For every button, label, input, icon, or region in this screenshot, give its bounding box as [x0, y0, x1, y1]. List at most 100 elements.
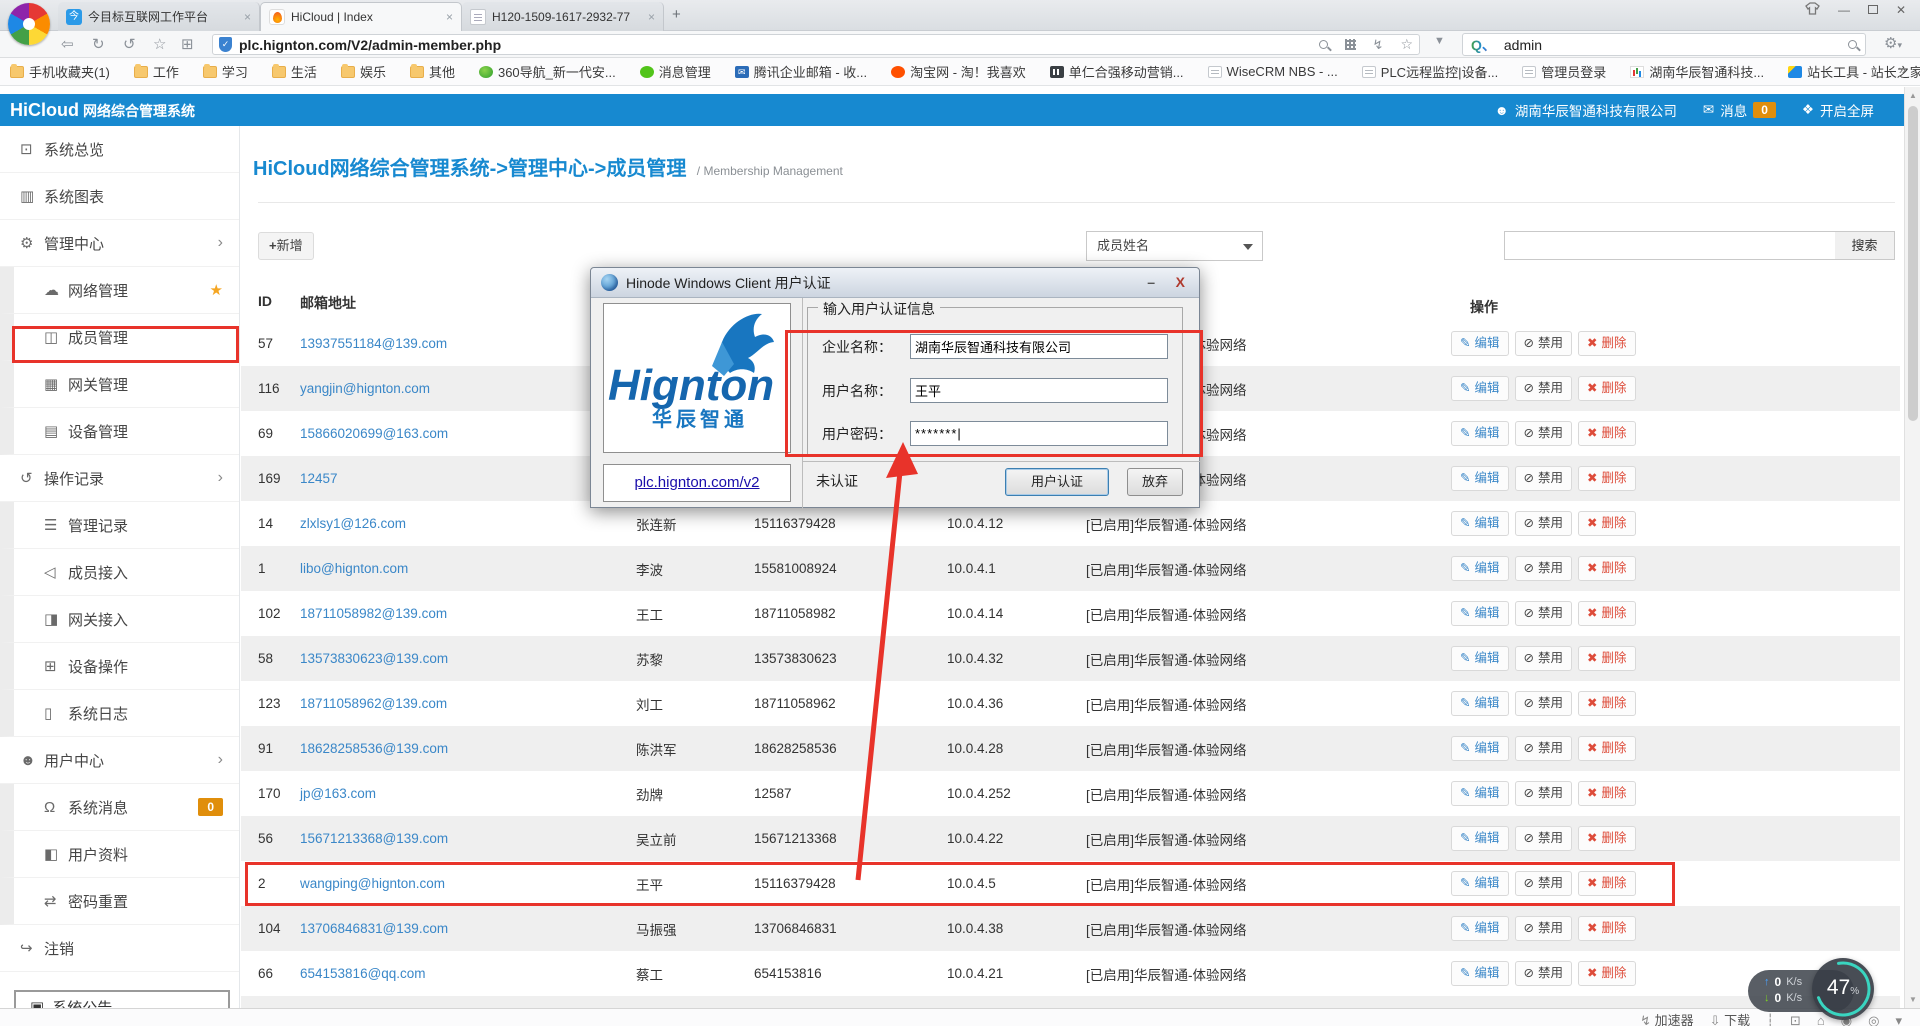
url-field[interactable]: ✓ plc.hignton.com/V2/admin-member.php ↯ … — [212, 34, 1420, 55]
edit-button[interactable]: ✎编辑 — [1451, 421, 1509, 446]
sidebar-item[interactable]: ↪ 注销 — [0, 925, 239, 972]
sidebar-item[interactable]: ⊡ 系统总览 — [0, 126, 239, 173]
scroll-up-icon[interactable]: ▲ — [1909, 91, 1917, 100]
page-scrollbar[interactable]: ▲ ▼ — [1904, 87, 1920, 1008]
fullscreen-button[interactable]: ❖ 开启全屏 — [1802, 100, 1874, 120]
table-row[interactable]: 56 15671213368@139.com 吴立前 15671213368 1… — [241, 816, 1900, 861]
cell-email-link[interactable]: 18628258536@139.com — [300, 741, 636, 756]
scroll-down-icon[interactable]: ▼ — [1909, 995, 1917, 1004]
cell-email-link[interactable]: 15866020699@163.com — [300, 426, 636, 441]
edit-button[interactable]: ✎编辑 — [1451, 646, 1509, 671]
edit-button[interactable]: ✎编辑 — [1451, 781, 1509, 806]
disable-button[interactable]: ⊘禁用 — [1515, 961, 1573, 986]
cell-email-link[interactable]: 18711058962@139.com — [300, 696, 636, 711]
edit-button[interactable]: ✎编辑 — [1451, 691, 1509, 716]
table-row[interactable]: 104 13706846831@139.com 马振强 13706846831 … — [241, 906, 1900, 951]
disable-button[interactable]: ⊘禁用 — [1515, 331, 1573, 356]
sidebar-item[interactable]: ▤ 设备管理 — [0, 408, 239, 455]
back-icon[interactable]: ⇦ — [61, 35, 74, 53]
bookmark-item[interactable]: 360导航_新一代安... — [479, 62, 616, 81]
browser-tab[interactable]: 今 今目标互联网工作平台 × — [58, 2, 260, 31]
bookmark-item[interactable]: 消息管理 — [640, 62, 711, 81]
disable-button[interactable]: ⊘禁用 — [1515, 511, 1573, 536]
table-row[interactable]: 66 654153816@qq.com 蔡工 654153816 10.0.4.… — [241, 951, 1900, 996]
sidebar-item[interactable]: ◁ 成员接入 — [0, 549, 239, 596]
bookmark-item[interactable]: 单仁合强移动营销... — [1050, 62, 1184, 81]
bookmark-item[interactable]: 学习 — [203, 62, 248, 81]
skin-icon[interactable] — [1805, 2, 1820, 18]
edit-button[interactable]: ✎编辑 — [1451, 331, 1509, 356]
sidebar-item[interactable]: ▥ 系统图表 — [0, 173, 239, 220]
sidebar-item[interactable]: ◨ 网关接入 — [0, 596, 239, 643]
browser-search-box[interactable]: Q、 admin — [1462, 33, 1866, 56]
cell-email-link[interactable]: 18711058982@139.com — [300, 606, 636, 621]
search-go-icon[interactable] — [1848, 40, 1857, 49]
close-icon[interactable]: ✕ — [1896, 3, 1906, 17]
disable-button[interactable]: ⊘禁用 — [1515, 646, 1573, 671]
filter-dropdown[interactable]: 成员姓名 — [1086, 231, 1263, 261]
delete-button[interactable]: ✖删除 — [1578, 331, 1636, 356]
browser-tab[interactable]: HiCloud | Index × — [260, 2, 462, 31]
sidebar-item[interactable]: ☻ 用户中心 — [0, 737, 239, 784]
cell-email-link[interactable]: 13706846831@139.com — [300, 921, 636, 936]
edit-button[interactable]: ✎编辑 — [1451, 466, 1509, 491]
tab-close-icon[interactable]: × — [446, 10, 453, 24]
sidebar-item[interactable]: ⇄ 密码重置 — [0, 878, 239, 925]
bookmark-item[interactable]: 娱乐 — [341, 62, 386, 81]
download-item[interactable]: ⇩ 下载 — [1710, 1011, 1751, 1026]
find-in-page-icon[interactable] — [1319, 40, 1328, 49]
sidebar-item[interactable]: ◧ 用户资料 — [0, 831, 239, 878]
sidebar-item[interactable]: ⊞ 设备操作 — [0, 643, 239, 690]
disable-button[interactable]: ⊘禁用 — [1515, 421, 1573, 446]
edit-button[interactable]: ✎编辑 — [1451, 601, 1509, 626]
refresh-icon[interactable]: ↻ — [92, 35, 105, 53]
cell-email-link[interactable]: libo@hignton.com — [300, 561, 636, 576]
edit-button[interactable]: ✎编辑 — [1451, 961, 1509, 986]
sidebar-item[interactable]: ↺ 操作记录 — [0, 455, 239, 502]
disable-button[interactable]: ⊘禁用 — [1515, 556, 1573, 581]
bookmark-item[interactable]: 生活 — [272, 62, 317, 81]
table-row[interactable]: 58 13573830623@139.com 苏黎 13573830623 10… — [241, 636, 1900, 681]
cell-email-link[interactable]: 654153816@qq.com — [300, 966, 636, 981]
scrollbar-thumb[interactable] — [1908, 106, 1918, 421]
speed-mode-icon[interactable]: ↯ — [1373, 37, 1384, 53]
edit-button[interactable]: ✎编辑 — [1451, 511, 1509, 536]
bookmark-item[interactable]: 工作 — [134, 62, 179, 81]
history-icon[interactable]: ↺ — [123, 35, 136, 53]
add-member-button[interactable]: +新增 — [258, 232, 314, 260]
table-row[interactable]: 123 18711058962@139.com 刘工 18711058962 1… — [241, 681, 1900, 726]
new-tab-button[interactable]: + — [672, 6, 681, 23]
table-row[interactable]: 91 18628258536@139.com 陈洪军 18628258536 1… — [241, 726, 1900, 771]
table-row[interactable]: 170 jp@163.com 劲牌 12587 10.0.4.252 [已启用]… — [241, 771, 1900, 816]
browser-tab[interactable]: H120-1509-1617-2932-77 × — [462, 2, 664, 31]
dialog-minimize-icon[interactable]: – — [1147, 274, 1155, 290]
dialog-close-icon[interactable]: X — [1176, 274, 1185, 290]
delete-button[interactable]: ✖删除 — [1578, 961, 1636, 986]
site-safety-shield-icon[interactable]: ✓ — [219, 37, 232, 52]
delete-button[interactable]: ✖删除 — [1578, 556, 1636, 581]
delete-button[interactable]: ✖删除 — [1578, 601, 1636, 626]
tab-close-icon[interactable]: × — [244, 10, 251, 24]
search-input[interactable] — [1504, 231, 1836, 260]
delete-button[interactable]: ✖删除 — [1578, 511, 1636, 536]
cell-email-link[interactable]: 12457 — [300, 471, 636, 486]
cell-email-link[interactable]: 15671213368@139.com — [300, 831, 636, 846]
sidebar-item[interactable]: ▦ 网关管理 — [0, 361, 239, 408]
qr-code-icon[interactable] — [1345, 39, 1356, 50]
dialog-titlebar[interactable]: Hinode Windows Client 用户认证 – X — [591, 268, 1199, 298]
disable-button[interactable]: ⊘禁用 — [1515, 601, 1573, 626]
delete-button[interactable]: ✖删除 — [1578, 691, 1636, 716]
tab-close-icon[interactable]: × — [648, 10, 655, 24]
cancel-button[interactable]: 放弃 — [1127, 468, 1183, 496]
table-row[interactable]: 1 libo@hignton.com 李波 15581008924 10.0.4… — [241, 546, 1900, 591]
delete-button[interactable]: ✖删除 — [1578, 376, 1636, 401]
delete-button[interactable]: ✖删除 — [1578, 421, 1636, 446]
edit-button[interactable]: ✎编辑 — [1451, 556, 1509, 581]
bookmark-item[interactable]: 湖南华辰智通科技... — [1630, 62, 1764, 81]
delete-button[interactable]: ✖删除 — [1578, 781, 1636, 806]
minimize-icon[interactable]: — — [1838, 3, 1850, 17]
maximize-icon[interactable] — [1868, 3, 1878, 17]
delete-button[interactable]: ✖删除 — [1578, 736, 1636, 761]
favorite-star-icon[interactable]: ☆ — [153, 35, 166, 53]
disable-button[interactable]: ⊘禁用 — [1515, 466, 1573, 491]
